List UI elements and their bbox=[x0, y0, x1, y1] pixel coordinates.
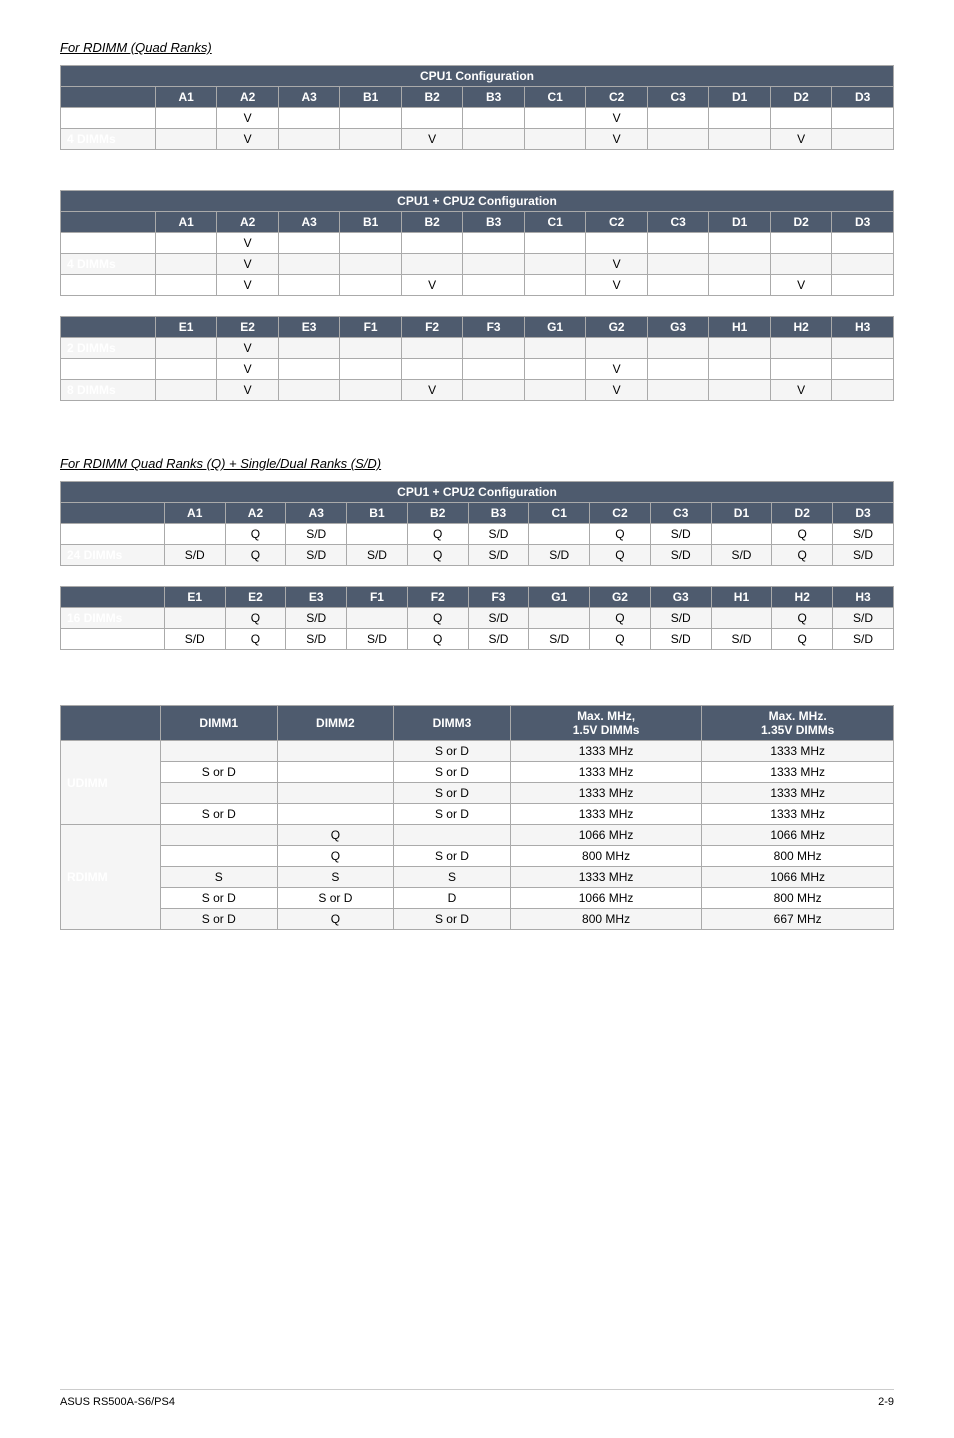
cpu12-config-table-2b: E1E2E3 F1F2F3 G1G2G3 H1H2H3 16 DIMMs QS/… bbox=[60, 586, 894, 650]
cpu12-config-header-1: CPU1 + CPU2 Configuration bbox=[61, 191, 894, 212]
mhz-config-table: DIMM1 DIMM2 DIMM3 Max. MHz,1.5V DIMMs Ma… bbox=[60, 705, 894, 930]
cpu1-config-table: CPU1 Configuration A1 A2 A3 B1 B2 B3 C1 … bbox=[60, 65, 894, 150]
table-row: RDIMM Q 1066 MHz 1066 MHz bbox=[61, 825, 894, 846]
table-row: S S S 1333 MHz 1066 MHz bbox=[61, 867, 894, 888]
table-row: 8 DIMMs V V V V bbox=[61, 275, 894, 296]
table-row: 2 DIMMs V bbox=[61, 233, 894, 254]
cpu12-config-table-1b: E1E2E3 F1F2F3 G1G2G3 H1H2H3 2 DIMMs V 4 … bbox=[60, 316, 894, 401]
table-row: 8 DIMMs V V V V bbox=[61, 380, 894, 401]
cpu12-config-table-2: CPU1 + CPU2 Configuration A1A2A3 B1B2B3 … bbox=[60, 481, 894, 566]
table-row: Q S or D 800 MHz 800 MHz bbox=[61, 846, 894, 867]
table-row: 4 DIMMs V V bbox=[61, 254, 894, 275]
footer-right: 2-9 bbox=[878, 1396, 894, 1408]
table-row: 4 DIMMs V V V V bbox=[61, 129, 894, 150]
table-row: S or D Q S or D 800 MHz 667 MHz bbox=[61, 909, 894, 930]
cpu1-config-header: CPU1 Configuration bbox=[61, 66, 894, 87]
cpu12-config-table-1: CPU1 + CPU2 Configuration A1A2A3 B1B2B3 … bbox=[60, 190, 894, 296]
table-row: 24 DIMMs S/DQS/D S/DQS/D S/DQS/D S/DQS/D bbox=[61, 629, 894, 650]
table-row: 2 DIMMs V bbox=[61, 338, 894, 359]
table-row: 16 DIMMs QS/D QS/D QS/D QS/D bbox=[61, 524, 894, 545]
cpu12-config-header-2: CPU1 + CPU2 Configuration bbox=[61, 482, 894, 503]
table-row: 4 DIMMs V V bbox=[61, 359, 894, 380]
table-row: S or D S or D 1333 MHz 1333 MHz bbox=[61, 804, 894, 825]
table-row: S or D S or D 1333 MHz 1333 MHz bbox=[61, 762, 894, 783]
table-row: 16 DIMMs QS/D QS/D QS/D QS/D bbox=[61, 608, 894, 629]
section3-title: For RDIMM Quad Ranks (Q) + Single/Dual R… bbox=[60, 456, 894, 471]
table-row: S or D S or D D 1066 MHz 800 MHz bbox=[61, 888, 894, 909]
table-row: 24 DIMMs S/DQS/D S/DQS/D S/DQS/D S/DQS/D bbox=[61, 545, 894, 566]
footer-left: ASUS RS500A-S6/PS4 bbox=[60, 1396, 175, 1408]
table-row: 2 DIMMs V V bbox=[61, 108, 894, 129]
table-row: UDIMM S or D 1333 MHz 1333 MHz bbox=[61, 741, 894, 762]
table-row: S or D 1333 MHz 1333 MHz bbox=[61, 783, 894, 804]
section1-title: For RDIMM (Quad Ranks) bbox=[60, 40, 894, 55]
